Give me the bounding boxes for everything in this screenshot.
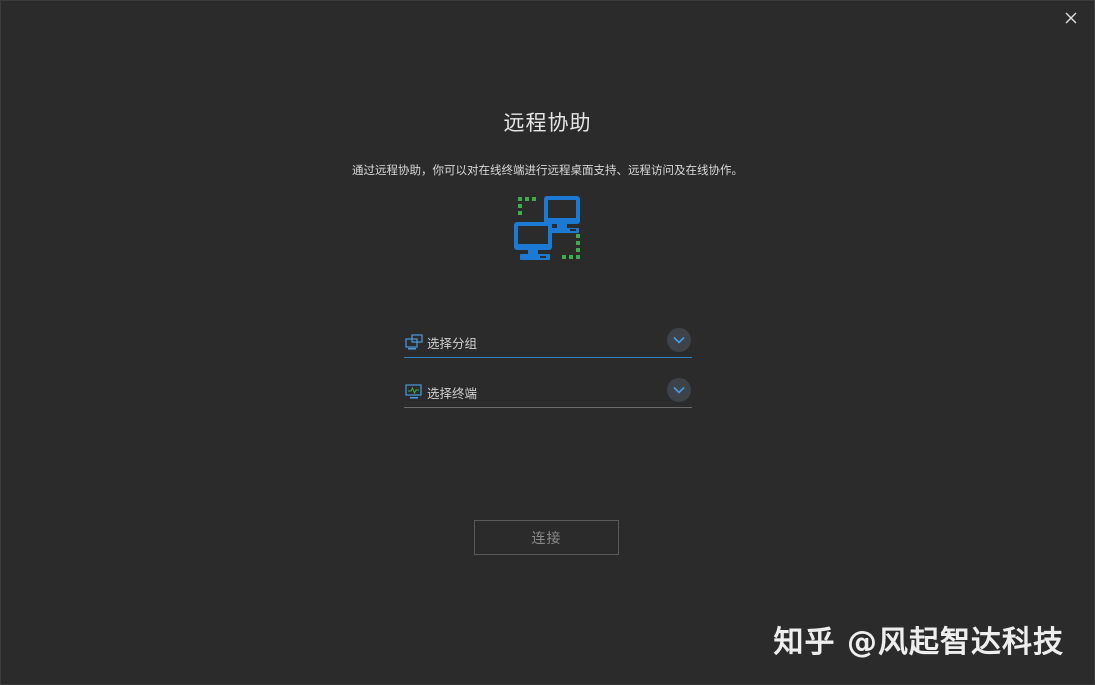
close-icon — [1065, 12, 1077, 24]
group-select-dropdown-button[interactable] — [667, 328, 691, 352]
chevron-down-icon — [673, 386, 685, 394]
terminal-select-placeholder: 选择终端 — [427, 386, 478, 401]
close-button[interactable] — [1060, 7, 1082, 29]
remote-computers-icon — [514, 196, 580, 260]
connect-button[interactable]: 连接 — [474, 520, 619, 555]
terminal-select[interactable]: 选择终端 — [404, 378, 692, 408]
group-icon — [405, 334, 423, 350]
page-title: 远程协助 — [503, 111, 592, 135]
watermark-text: 知乎 @风起智达科技 — [773, 625, 1064, 660]
group-select-placeholder: 选择分组 — [427, 336, 478, 351]
remote-assist-window: 远程协助 通过远程协助，你可以对在线终端进行远程桌面支持、远程访问及在线协作。 — [0, 0, 1095, 685]
group-select[interactable]: 选择分组 — [404, 328, 692, 358]
chevron-down-icon — [673, 336, 685, 344]
terminal-icon — [405, 384, 422, 399]
page-description: 通过远程协助，你可以对在线终端进行远程桌面支持、远程访问及在线协作。 — [352, 163, 743, 177]
terminal-select-dropdown-button[interactable] — [667, 378, 691, 402]
